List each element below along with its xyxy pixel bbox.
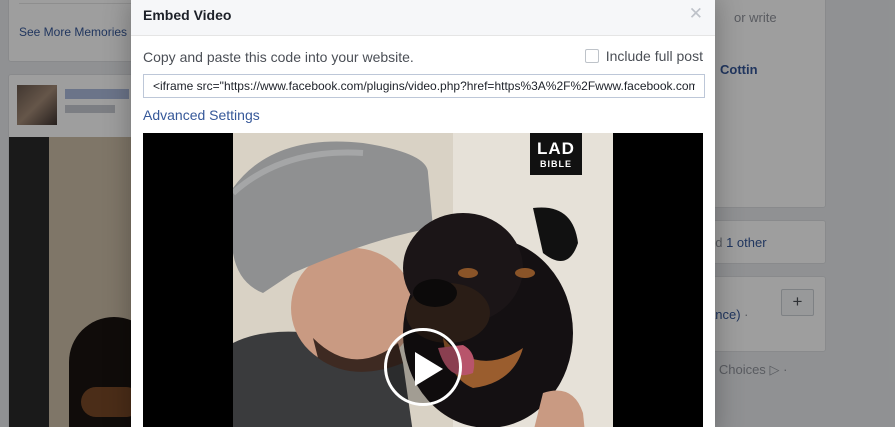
advanced-settings-link[interactable]: Advanced Settings [143, 107, 260, 123]
dialog-header: Embed Video ✕ [131, 0, 715, 36]
close-icon[interactable]: ✕ [689, 5, 703, 22]
ladbible-logo: LAD BIBLE [530, 133, 582, 175]
logo-line-1: LAD [537, 139, 575, 158]
include-full-post-checkbox[interactable] [584, 49, 599, 63]
embed-code-field[interactable] [143, 74, 705, 98]
embed-video-dialog: Embed Video ✕ Copy and paste this code i… [131, 0, 715, 427]
logo-line-2: BIBLE [540, 159, 572, 169]
include-full-post-label[interactable]: Include full post [606, 48, 703, 64]
video-player[interactable]: LAD BIBLE [143, 133, 703, 427]
play-icon[interactable] [384, 328, 462, 406]
dialog-title: Embed Video [143, 7, 232, 23]
embed-instructions: Copy and paste this code into your websi… [143, 49, 414, 65]
include-full-post-option[interactable]: Include full post [584, 48, 703, 64]
